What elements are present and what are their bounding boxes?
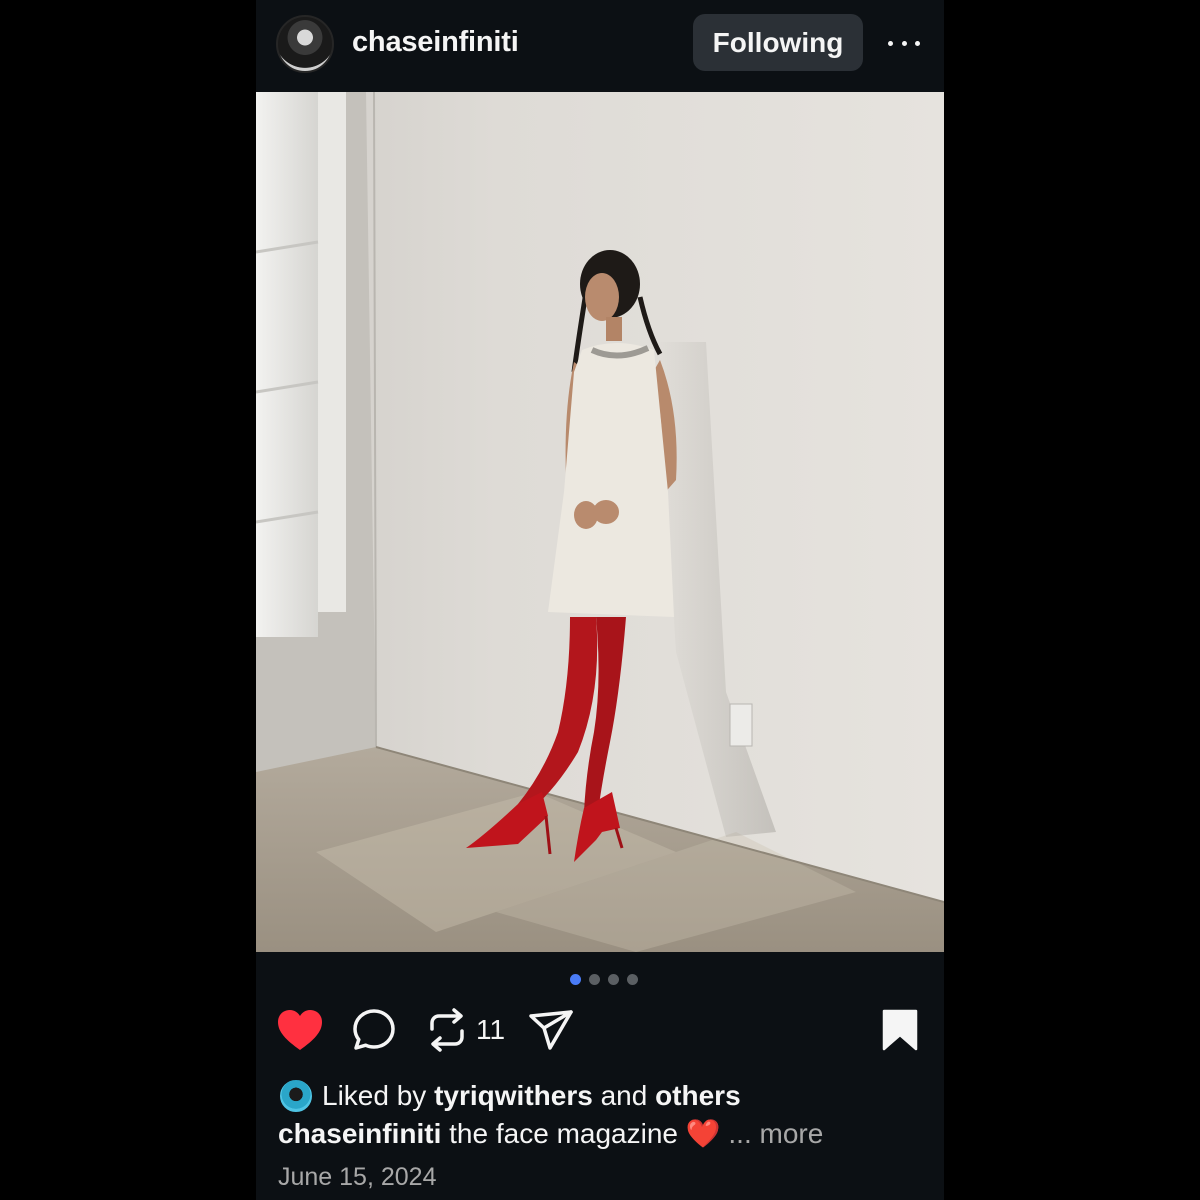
post-card: chaseinfiniti Following 11 Liked by tyri…: [256, 0, 944, 1200]
carousel-dot-1: [570, 974, 581, 985]
photo-illustration: [256, 92, 944, 952]
post-date: June 15, 2024: [278, 1163, 437, 1191]
bookmark-icon: [882, 1009, 918, 1051]
caption-username[interactable]: chaseinfiniti: [278, 1118, 441, 1149]
carousel-dot-2: [589, 974, 600, 985]
save-button[interactable]: [882, 1004, 918, 1056]
carousel-dot-3: [608, 974, 619, 985]
post-caption: chaseinfiniti the face magazine ❤️ ... m…: [278, 1117, 823, 1150]
caption-ellipsis: ...: [728, 1118, 752, 1149]
liker-avatar: [278, 1078, 314, 1114]
carousel-dot-4: [627, 974, 638, 985]
repost-icon: [430, 1008, 464, 1052]
post-image[interactable]: [256, 92, 944, 952]
repost-count: 11: [476, 1014, 506, 1045]
comment-button[interactable]: [352, 1004, 396, 1056]
caption-text: the face magazine: [449, 1118, 678, 1149]
action-bar: 11: [256, 1004, 944, 1060]
following-button[interactable]: Following: [693, 14, 863, 71]
share-icon: [529, 1010, 573, 1050]
likes-summary[interactable]: Liked by tyriqwithers and others: [278, 1076, 741, 1116]
like-button[interactable]: [276, 1004, 324, 1056]
post-header: chaseinfiniti Following: [256, 0, 944, 92]
likes-conjunction: and: [600, 1080, 648, 1111]
more-options-icon[interactable]: [884, 30, 924, 56]
carousel-indicator: [256, 974, 944, 986]
post-username[interactable]: chaseinfiniti: [352, 26, 519, 59]
likes-others[interactable]: others: [655, 1080, 741, 1112]
likes-prefix: Liked by: [322, 1080, 427, 1111]
caption-more-link[interactable]: more: [760, 1118, 824, 1149]
heart-icon: [278, 1010, 322, 1050]
profile-avatar[interactable]: [276, 15, 334, 73]
share-button[interactable]: [528, 1004, 574, 1056]
caption-emoji: ❤️: [685, 1118, 721, 1149]
repost-button[interactable]: 11: [426, 1004, 505, 1056]
liker-username[interactable]: tyriqwithers: [434, 1080, 593, 1112]
comment-icon: [353, 1009, 395, 1050]
